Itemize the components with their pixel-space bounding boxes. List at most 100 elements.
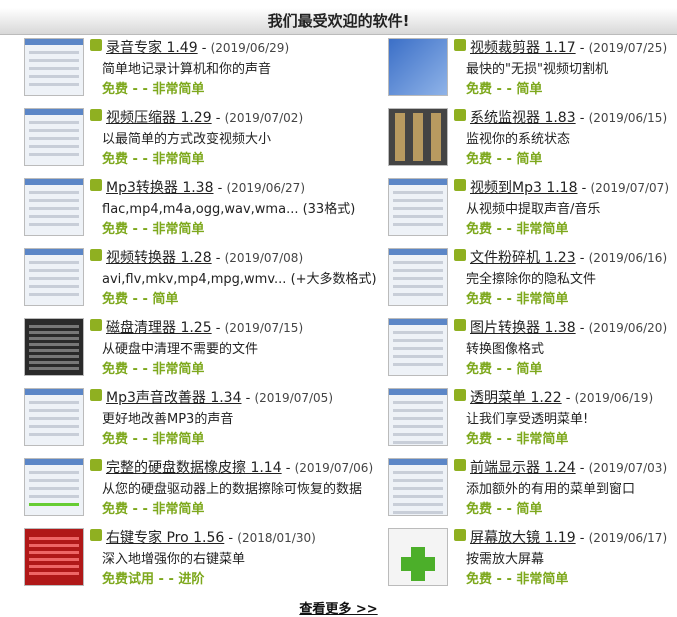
image-icon [454,319,466,331]
software-title-link[interactable]: 系统监视器 1.83 [470,110,576,126]
software-title-link[interactable]: 视频转换器 1.28 [106,250,212,266]
software-item: 视频压缩器 1.29 - (2019/07/02) 以最简单的方式改变视频大小 免费… [24,108,354,174]
title-row: 文件粉碎机 1.23 - (2019/06/16) [470,247,667,267]
software-description: 添加额外的有用的菜单到窗口 [466,482,636,497]
screenshot-thumbnail[interactable] [24,108,84,166]
title-row: 前端显示器 1.24 - (2019/07/03) [470,457,667,477]
price-difficulty: 免费 - - 简单 [466,362,543,377]
separator: - [575,461,589,476]
screenshot-thumbnail[interactable] [24,388,84,446]
screenshot-thumbnail[interactable] [24,458,84,516]
release-date: (2019/06/15) [588,111,668,125]
software-item: 系统监视器 1.83 - (2019/06/15) 监视你的系统状态 免费 - - … [388,108,677,174]
software-description: 转换图像格式 [466,342,545,357]
software-description: avi,flv,mkv,mp4,mpg,wmv... (+大多数格式) [102,272,377,287]
price-difficulty: 免费 - - 简单 [466,152,543,167]
software-description: 让我们享受透明菜单! [466,412,589,427]
software-description: 以最简单的方式改变视频大小 [102,132,272,147]
screenshot-thumbnail[interactable] [388,178,448,236]
arrow-icon [90,179,102,191]
software-item: 屏幕放大镜 1.19 - (2019/06/17) 按需放大屏幕 免费 - - 非常… [388,528,677,594]
price-difficulty: 免费 - - 非常简单 [102,82,205,97]
software-title-link[interactable]: 透明菜单 1.22 [470,390,562,406]
separator: - [213,181,227,196]
software-title-link[interactable]: 视频裁剪器 1.17 [470,40,576,56]
release-date: (2019/06/29) [210,41,290,55]
price-difficulty: 免费试用 - - 进阶 [102,572,205,587]
title-row: 屏幕放大镜 1.19 - (2019/06/17) [470,527,667,547]
software-item: 视频转换器 1.28 - (2019/07/08) avi,flv,mkv,mp4… [24,247,377,314]
see-more-link[interactable]: 查看更多 >> [299,602,377,617]
title-row: 系统监视器 1.83 - (2019/06/15) [470,107,667,127]
release-date: (2019/06/20) [588,321,668,335]
software-title-link[interactable]: 图片转换器 1.38 [470,320,576,336]
software-title-link[interactable]: 文件粉碎机 1.23 [470,250,576,266]
price-difficulty: 免费 - - 非常简单 [466,572,569,587]
screenshot-thumbnail[interactable] [388,108,448,166]
software-item: 视频到Mp3 1.18 - (2019/07/07) 从视频中提取声音/音乐 免费 … [388,178,677,244]
release-date: (2019/07/02) [224,111,304,125]
separator: - [575,531,589,546]
screenshot-thumbnail[interactable] [388,248,448,306]
screenshot-thumbnail[interactable] [388,528,448,586]
software-title-link[interactable]: 录音专家 1.49 [106,40,198,56]
software-description: 从您的硬盘驱动器上的数据擦除可恢复的数据 [102,482,363,497]
separator: - [577,181,591,196]
software-title-link[interactable]: 右键专家 Pro 1.56 [106,530,224,546]
separator: - [575,321,589,336]
title-row: 视频压缩器 1.29 - (2019/07/02) [106,107,303,127]
software-description: 最快的"无损"视频切割机 [466,62,608,77]
software-title-link[interactable]: 磁盘清理器 1.25 [106,320,212,336]
software-item: 图片转换器 1.38 - (2019/06/20) 转换图像格式 免费 - - 简单 [388,318,677,384]
title-row: 完整的硬盘数据橡皮擦 1.14 - (2019/07/06) [106,457,373,477]
software-title-link[interactable]: 完整的硬盘数据橡皮擦 1.14 [106,460,282,476]
title-row: 视频到Mp3 1.18 - (2019/07/07) [470,177,669,197]
software-title-link[interactable]: Mp3转换器 1.38 [106,180,214,196]
software-description: 深入地增强你的右键菜单 [102,552,246,567]
separator: - [211,111,225,126]
price-difficulty: 免费 - - 非常简单 [466,292,569,307]
software-title-link[interactable]: 前端显示器 1.24 [470,460,576,476]
convert-icon [90,249,102,261]
price-difficulty: 免费 - - 非常简单 [466,222,569,237]
screenshot-thumbnail[interactable] [388,38,448,96]
software-title-link[interactable]: 视频到Mp3 1.18 [470,180,578,196]
screenshot-thumbnail[interactable] [24,248,84,306]
screenshot-thumbnail[interactable] [24,528,84,586]
display-icon [454,459,466,471]
release-date: (2019/06/17) [588,531,668,545]
magnifier-icon [454,529,466,541]
title-row: Mp3转换器 1.38 - (2019/06/27) [106,177,305,197]
software-title-link[interactable]: 屏幕放大镜 1.19 [470,530,576,546]
screenshot-thumbnail[interactable] [388,318,448,376]
screenshot-thumbnail[interactable] [24,178,84,236]
software-title-link[interactable]: Mp3声音改善器 1.34 [106,390,242,406]
release-date: (2019/07/03) [588,461,668,475]
screenshot-thumbnail[interactable] [24,38,84,96]
see-more-link-wrap: 查看更多 >> [0,598,677,617]
software-description: 监视你的系统状态 [466,132,571,147]
software-description: 简单地记录计算机和你的声音 [102,62,272,77]
software-description: 从视频中提取声音/音乐 [466,202,601,217]
release-date: (2019/07/25) [588,41,668,55]
title-row: 视频裁剪器 1.17 - (2019/07/25) [470,37,667,57]
screenshot-thumbnail[interactable] [388,458,448,516]
separator: - [211,321,225,336]
software-item: 右键专家 Pro 1.56 - (2018/01/30) 深入地增强你的右键菜单免… [24,528,354,594]
title-row: 视频转换器 1.28 - (2019/07/08) [106,247,303,267]
software-item: Mp3声音改善器 1.34 - (2019/07/05) 更好地改善MP3的声音免… [24,388,354,454]
software-item: 透明菜单 1.22 - (2019/06/19) 让我们享受透明菜单! 免费 - -… [388,388,677,454]
price-difficulty: 免费 - - 非常简单 [102,362,205,377]
separator: - [241,391,255,406]
software-title-link[interactable]: 视频压缩器 1.29 [106,110,212,126]
menu-icon [454,389,466,401]
screenshot-thumbnail[interactable] [24,318,84,376]
release-date: (2019/07/15) [224,321,304,335]
release-date: (2018/01/30) [237,531,316,545]
separator: - [575,251,589,266]
screenshot-thumbnail[interactable] [388,388,448,446]
price-difficulty: 免费 - - 非常简单 [466,432,569,447]
software-item: 文件粉碎机 1.23 - (2019/06/16) 完全擦除你的隐私文件 免费 - … [388,248,677,314]
separator: - [197,41,211,56]
release-date: (2019/06/16) [588,251,668,265]
